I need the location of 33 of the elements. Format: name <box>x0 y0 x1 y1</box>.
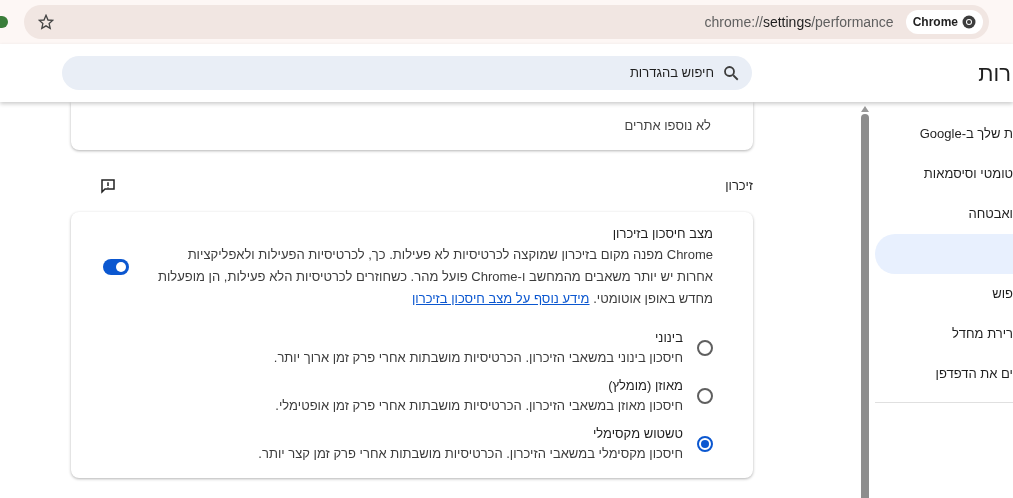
browser-chip[interactable]: Chrome <box>905 10 983 34</box>
setting-title: מצב חיסכון בזיכרון <box>611 224 713 243</box>
sidebar-item[interactable]: ת שלך ב-Google <box>875 114 1013 154</box>
setting-description: Chrome מפנה מקום בזיכרון שמוקצה לכרטיסיות לא פעילות. כך, לכרטיסיות הפעילות ולאפליקציות אחרות יש יותר משאבים מהמחשב ו-Chrome פועל מהר. כשחוזרים לכרטיסיות הלא פעילות, הן מופעלות מחדש באופן אוטומטי. מידע נוסף על מצב חיסכון בזיכרון <box>156 245 713 308</box>
search-icon <box>722 64 740 82</box>
learn-more-link[interactable]: מידע נוסף על מצב חיסכון בזיכרון <box>411 290 590 306</box>
option-label: בינוני <box>653 328 683 347</box>
star-icon[interactable] <box>38 14 54 30</box>
sidebar-item[interactable]: ואבטחה <box>875 194 1013 234</box>
radio-button[interactable] <box>697 435 713 452</box>
sidebar-item[interactable]: רירת מחדל <box>875 314 1013 354</box>
option-label: מאוזן (מומלץ) <box>607 376 683 395</box>
address-bar[interactable]: chrome://settings/performance Chrome <box>24 5 989 39</box>
option-label: טשטוש מקסימלי <box>591 424 683 443</box>
sidebar-item[interactable]: פוש <box>875 274 1013 314</box>
empty-sites-text: לא נוספו אתרים <box>624 117 711 136</box>
page-title: רות <box>977 59 1012 88</box>
option-description: חיסכון מקסימלי במשאבי הזיכרון. הכרטיסיות מושבתות אחרי פרק זמן קצר יותר. <box>258 444 683 463</box>
radio-button[interactable] <box>697 387 713 404</box>
option-description: חיסכון בינוני במשאבי הזיכרון. הכרטיסיות מושבתות אחרי פרק זמן ארוך יותר. <box>273 348 683 367</box>
scrollbar-thumb[interactable] <box>861 114 869 498</box>
section-heading: זיכרון <box>725 177 753 195</box>
option-description: חיסכון מאוזן במשאבי הזיכרון. הכרטיסיות מושבתות אחרי פרק זמן אופטימלי. <box>275 396 683 415</box>
chrome-logo-icon <box>962 15 976 29</box>
scroll-up-arrow-icon[interactable] <box>861 106 869 112</box>
sidebar-item[interactable]: ים את הדפדפן <box>875 354 1013 394</box>
sidebar-item[interactable]: טומטי וסיסמאות <box>875 154 1013 194</box>
search-input[interactable]: חיפוש בהגדרות <box>414 63 714 83</box>
search-field[interactable]: חיפוש בהגדרות <box>62 56 752 90</box>
toggle-switch[interactable] <box>103 258 129 275</box>
feedback-icon[interactable] <box>99 176 117 195</box>
url-text: chrome://settings/performance <box>704 12 894 32</box>
radio-button[interactable] <box>697 339 713 356</box>
